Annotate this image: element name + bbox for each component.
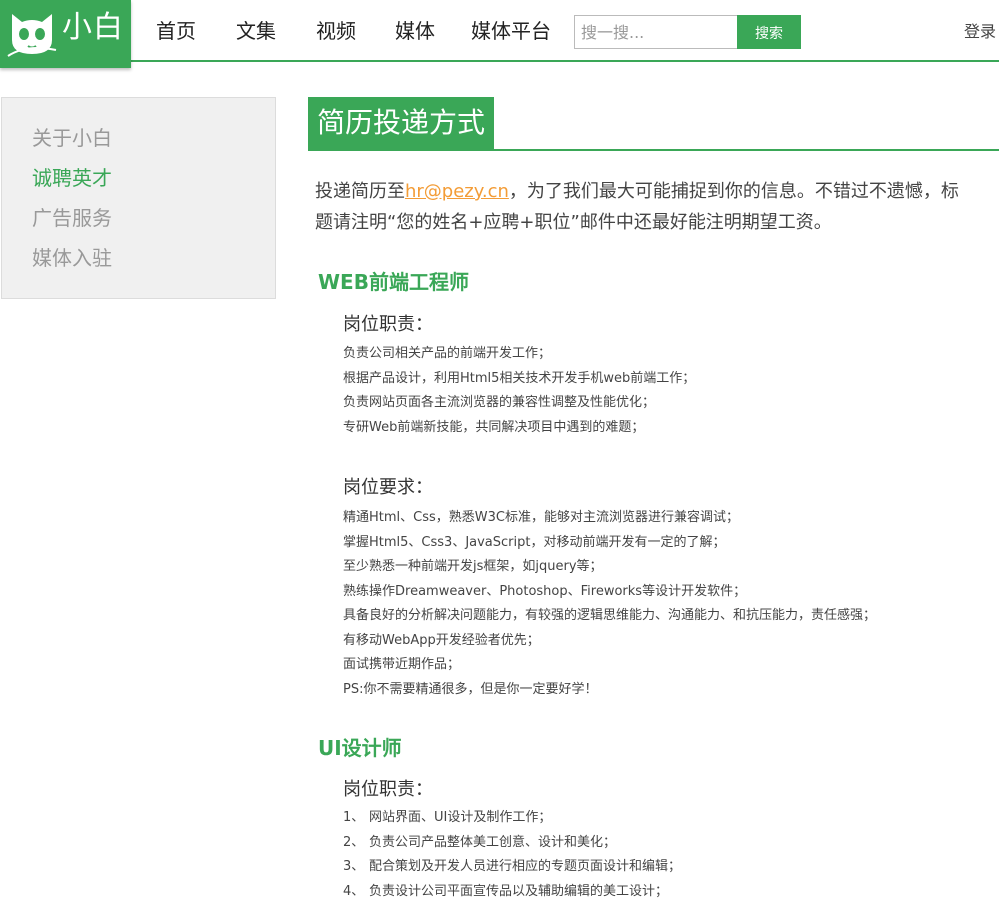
sidebar-item-advertising[interactable]: 广告服务 <box>32 205 112 231</box>
list-item: 负责公司相关产品的前端开发工作； <box>343 342 695 367</box>
list-item: PS:你不需要精通很多，但是你一定要好学！ <box>343 678 876 703</box>
search-button[interactable]: 搜索 <box>737 15 801 49</box>
list-item: 掌握Html5、Css3、JavaScript，对移动前端开发有一定的了解； <box>343 531 876 556</box>
list-item: 面试携带近期作品； <box>343 653 876 678</box>
list-item: 熟练操作Dreamweaver、Photoshop、Fireworks等设计开发… <box>343 580 876 605</box>
nav-item-articles[interactable]: 文集 <box>236 18 276 44</box>
duties-heading: 岗位职责： <box>343 777 433 803</box>
list-item: 4、负责设计公司平面宣传品以及辅助编辑的美工设计； <box>343 880 681 904</box>
list-item: 精通Html、Css，熟悉W3C标准，能够对主流浏览器进行兼容调试； <box>343 506 876 531</box>
sidebar: 关于小白 诚聘英才 广告服务 媒体入驻 <box>1 97 276 299</box>
list-item: 2、负责公司产品整体美工创意、设计和美化； <box>343 831 681 856</box>
list-item: 有移动WebApp开发经验者优先； <box>343 629 876 654</box>
site-header: 小白 首页 文集 视频 媒体 媒体平台 搜索 登录 <box>0 0 999 62</box>
list-number: 1、 <box>343 806 369 831</box>
sidebar-item-careers[interactable]: 诚聘英才 <box>32 165 112 191</box>
page-title: 简历投递方式 <box>308 97 494 149</box>
page-title-bar: 简历投递方式 <box>308 97 999 151</box>
cat-logo-icon <box>6 6 58 58</box>
list-item: 根据产品设计，利用Html5相关技术开发手机web前端工作； <box>343 367 695 392</box>
duties-heading: 岗位职责： <box>343 312 433 338</box>
sidebar-item-media-join[interactable]: 媒体入驻 <box>32 245 112 271</box>
intro-text-before: 投递简历至 <box>315 181 405 202</box>
nav-item-media[interactable]: 媒体 <box>395 18 435 44</box>
list-number: 3、 <box>343 855 369 880</box>
job-title-ui-designer: UI设计师 <box>318 734 402 762</box>
duties-list: 负责公司相关产品的前端开发工作； 根据产品设计，利用Html5相关技术开发手机w… <box>343 342 695 440</box>
duties-list: 1、网站界面、UI设计及制作工作； 2、负责公司产品整体美工创意、设计和美化； … <box>343 806 681 904</box>
list-item: 1、网站界面、UI设计及制作工作； <box>343 806 681 831</box>
nav-item-videos[interactable]: 视频 <box>316 18 356 44</box>
list-item: 专研Web前端新技能，共同解决项目中遇到的难题； <box>343 416 695 441</box>
nav-item-home[interactable]: 首页 <box>156 18 196 44</box>
requirements-list: 精通Html、Css，熟悉W3C标准，能够对主流浏览器进行兼容调试； 掌握Htm… <box>343 506 876 702</box>
site-logo[interactable]: 小白 <box>0 0 131 68</box>
list-item: 负责网站页面各主流浏览器的兼容性调整及性能优化； <box>343 391 695 416</box>
list-item: 至少熟悉一种前端开发js框架，如jquery等； <box>343 555 876 580</box>
intro-paragraph: 投递简历至hr@pezy.cn，为了我们最大可能捕捉到你的信息。不错过不遗憾，标… <box>315 176 975 238</box>
list-number: 2、 <box>343 831 369 856</box>
list-item: 具备良好的分析解决问题能力，有较强的逻辑思维能力、沟通能力、和抗压能力，责任感强… <box>343 604 876 629</box>
job-title-web-frontend: WEB前端工程师 <box>318 268 469 296</box>
list-text: 网站界面、UI设计及制作工作； <box>369 810 551 825</box>
logo-text: 小白 <box>62 8 124 48</box>
list-text: 负责公司产品整体美工创意、设计和美化； <box>369 835 616 850</box>
list-text: 负责设计公司平面宣传品以及辅助编辑的美工设计； <box>369 884 668 899</box>
list-text: 配合策划及开发人员进行相应的专题页面设计和编辑； <box>369 859 681 874</box>
email-link[interactable]: hr@pezy.cn <box>405 181 509 202</box>
list-item: 3、配合策划及开发人员进行相应的专题页面设计和编辑； <box>343 855 681 880</box>
login-link[interactable]: 登录 <box>964 21 996 43</box>
nav-item-media-platform[interactable]: 媒体平台 <box>471 18 551 44</box>
requirements-heading: 岗位要求： <box>343 475 433 501</box>
search-input[interactable] <box>574 15 738 49</box>
sidebar-item-about[interactable]: 关于小白 <box>32 125 112 151</box>
list-number: 4、 <box>343 880 369 904</box>
